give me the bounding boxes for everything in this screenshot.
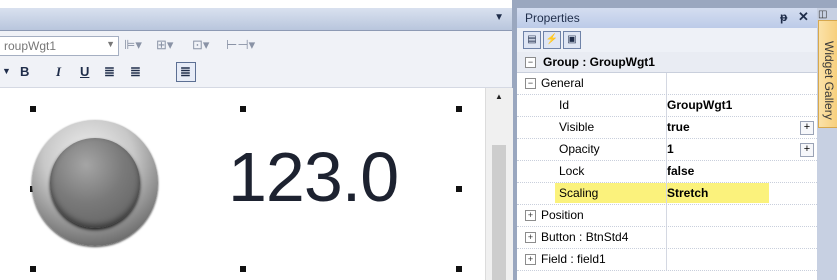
- selection-handle[interactable]: [240, 266, 246, 272]
- size-icon[interactable]: ⊡▾: [192, 37, 209, 53]
- expand-icon[interactable]: +: [525, 210, 536, 221]
- align-left-icon[interactable]: ≣: [104, 64, 115, 80]
- align-justify-icon: ≣: [180, 64, 191, 79]
- expand-icon[interactable]: +: [525, 232, 536, 243]
- category-button[interactable]: + Button : BtnStd4: [517, 227, 817, 249]
- underline-button[interactable]: U: [80, 64, 89, 79]
- layout-toolbar: roupWgt1 ▼ ⊫▾ ⊞▾ ⊡▾ ⊢⊣▾: [0, 31, 512, 59]
- close-icon[interactable]: ✕: [798, 9, 809, 25]
- selection-handle[interactable]: [456, 266, 462, 272]
- category-label: Button : BtnStd4: [541, 230, 629, 244]
- chevron-down-icon[interactable]: ▼: [2, 66, 11, 76]
- vertical-scrollbar[interactable]: ▲: [485, 88, 513, 280]
- align-justify-button[interactable]: ≣: [176, 62, 196, 82]
- italic-button[interactable]: I: [56, 64, 61, 80]
- distribute-icon[interactable]: ⊞▾: [156, 37, 173, 53]
- properties-header: Properties ᵽ ✕: [517, 8, 817, 28]
- property-label: Scaling: [559, 186, 599, 200]
- widget-selector-dropdown[interactable]: roupWgt1 ▼: [0, 36, 119, 56]
- group-header-row[interactable]: − Group : GroupWgt1: [517, 52, 817, 73]
- property-pages-icon[interactable]: ▣: [563, 31, 581, 49]
- selection-handle[interactable]: [456, 106, 462, 112]
- category-general[interactable]: − General: [517, 73, 817, 95]
- column-divider: [666, 249, 667, 270]
- property-value[interactable]: true: [667, 120, 690, 134]
- property-value[interactable]: GroupWgt1: [667, 98, 732, 112]
- tab-list-dropdown-icon[interactable]: ▼: [494, 12, 504, 23]
- properties-title: Properties: [525, 11, 580, 25]
- widget-gallery-label: Widget Gallery: [822, 41, 836, 120]
- collapse-icon[interactable]: −: [525, 57, 536, 68]
- property-label: Lock: [559, 164, 585, 178]
- property-value[interactable]: Stretch: [667, 186, 708, 200]
- categorized-view-icon[interactable]: ▤: [523, 31, 541, 49]
- property-row-visible[interactable]: Visible true +: [517, 117, 817, 139]
- selection-handle[interactable]: [456, 186, 462, 192]
- chevron-down-icon: ▼: [106, 39, 115, 49]
- field-widget-value[interactable]: 123.0: [228, 138, 399, 216]
- category-label: General: [541, 76, 584, 90]
- format-toolbar: ▼ B I U ≣ ≣ ≣: [0, 59, 512, 88]
- category-field[interactable]: + Field : field1: [517, 249, 817, 271]
- column-divider: [666, 73, 667, 94]
- property-row-id[interactable]: Id GroupWgt1: [517, 95, 817, 117]
- property-row-scaling[interactable]: Scaling Stretch: [517, 183, 817, 205]
- selection-handle[interactable]: [30, 266, 36, 272]
- properties-panel: Properties ᵽ ✕ ▤ ⚡ ▣ − Group : GroupWgt1…: [517, 8, 817, 280]
- scrollbar-thumb[interactable]: [492, 145, 506, 280]
- expand-plus-button[interactable]: +: [800, 143, 814, 157]
- widget-gallery-tab[interactable]: Widget Gallery: [818, 20, 837, 128]
- gallery-icon[interactable]: ◫: [818, 9, 827, 20]
- pin-icon[interactable]: ᵽ: [780, 10, 787, 24]
- column-divider: [666, 227, 667, 248]
- selection-handle[interactable]: [240, 106, 246, 112]
- property-label: Opacity: [559, 142, 600, 156]
- spacing-icon[interactable]: ⊢⊣▾: [226, 37, 255, 53]
- category-position[interactable]: + Position: [517, 205, 817, 227]
- property-value[interactable]: 1: [667, 142, 674, 156]
- category-label: Position: [541, 208, 584, 222]
- bold-button[interactable]: B: [20, 64, 29, 79]
- document-tab-strip: ▼: [0, 8, 512, 31]
- expand-icon[interactable]: +: [525, 254, 536, 265]
- property-value[interactable]: false: [667, 164, 694, 178]
- events-view-icon[interactable]: ⚡: [543, 31, 561, 49]
- properties-toolbar: ▤ ⚡ ▣: [517, 28, 817, 52]
- property-label: Visible: [559, 120, 595, 134]
- align-left-icon[interactable]: ⊫▾: [124, 37, 142, 53]
- expand-plus-button[interactable]: +: [800, 121, 814, 135]
- column-divider: [666, 205, 667, 226]
- category-label: Field : field1: [541, 252, 606, 266]
- property-row-opacity[interactable]: Opacity 1 +: [517, 139, 817, 161]
- editor-pane: ▼ roupWgt1 ▼ ⊫▾ ⊞▾ ⊡▾ ⊢⊣▾ ▼ B I U ≣ ≣ ≣ …: [0, 0, 513, 280]
- widget-selector-value: roupWgt1: [4, 39, 57, 53]
- scroll-up-icon[interactable]: ▲: [495, 92, 503, 101]
- property-label: Id: [559, 98, 570, 112]
- button-widget-face: [50, 138, 140, 228]
- property-row-lock[interactable]: Lock false: [517, 161, 817, 183]
- group-header-label: Group : GroupWgt1: [543, 55, 655, 69]
- align-center-icon[interactable]: ≣: [130, 64, 141, 80]
- collapse-icon[interactable]: −: [525, 78, 536, 89]
- selection-handle[interactable]: [30, 106, 36, 112]
